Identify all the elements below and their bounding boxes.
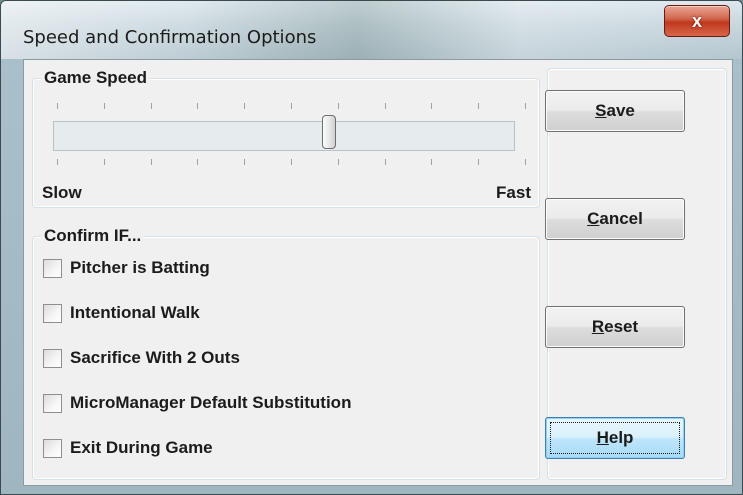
cancel-button[interactable]: Cancel <box>545 198 685 240</box>
checkbox-label: Sacrifice With 2 Outs <box>70 348 240 367</box>
slider-tick <box>525 103 526 109</box>
checkbox-row-sacrifice-2-outs[interactable]: Sacrifice With 2 Outs <box>43 348 240 368</box>
close-button[interactable]: x <box>664 5 730 37</box>
reset-button[interactable]: Reset <box>545 306 685 348</box>
checkbox-row-intentional-walk[interactable]: Intentional Walk <box>43 303 200 323</box>
slider-tick <box>431 159 432 165</box>
cancel-button-label: Cancel <box>587 209 643 228</box>
checkbox-pitcher-batting[interactable] <box>43 258 62 278</box>
slider-tick <box>151 159 152 165</box>
checkbox-sacrifice-2-outs[interactable] <box>43 348 62 368</box>
slider-tick <box>338 103 339 109</box>
slider-tick <box>244 103 245 109</box>
game-speed-group: Game Speed Slow Fast <box>32 68 540 208</box>
save-button-label: Save <box>595 101 635 120</box>
confirm-if-label: Confirm IF... <box>41 226 145 246</box>
reset-button-label: Reset <box>591 317 639 336</box>
slider-tick <box>291 103 292 109</box>
checkbox-label: Exit During Game <box>70 438 213 457</box>
checkbox-micromanager-default[interactable] <box>43 393 62 413</box>
slider-tick <box>431 103 432 109</box>
slider-tick <box>478 159 479 165</box>
slider-tick <box>338 159 339 165</box>
checkbox-row-pitcher-batting[interactable]: Pitcher is Batting <box>43 258 210 278</box>
checkbox-label: MicroManager Default Substitution <box>70 393 352 412</box>
slider-tick <box>57 103 58 109</box>
checkbox-row-micromanager-default[interactable]: MicroManager Default Substitution <box>43 393 351 413</box>
slider-tick <box>291 159 292 165</box>
game-speed-label: Game Speed <box>41 68 150 88</box>
save-button[interactable]: Save <box>545 90 685 132</box>
slider-tick <box>151 103 152 109</box>
focus-ring <box>550 422 680 454</box>
window-title: Speed and Confirmation Options <box>23 27 317 48</box>
checkbox-label: Intentional Walk <box>70 303 200 322</box>
checkbox-intentional-walk[interactable] <box>43 303 62 323</box>
title-bar[interactable]: Speed and Confirmation Options x <box>1 1 742 59</box>
slider-tick <box>104 159 105 165</box>
slider-ticks-bottom <box>57 159 526 169</box>
speed-slider-track[interactable] <box>53 121 515 151</box>
slider-tick <box>197 159 198 165</box>
slider-tick <box>244 159 245 165</box>
checkbox-row-exit-during-game[interactable]: Exit During Game <box>43 438 213 458</box>
slider-tick <box>104 103 105 109</box>
slow-label: Slow <box>42 183 82 202</box>
speed-slider-thumb[interactable] <box>322 115 336 149</box>
slider-tick <box>478 103 479 109</box>
help-button[interactable]: Help <box>545 417 685 459</box>
slider-tick <box>57 159 58 165</box>
slider-ticks-top <box>57 103 526 113</box>
slider-tick <box>197 103 198 109</box>
close-icon: x <box>691 10 702 31</box>
slider-tick <box>525 159 526 165</box>
slider-tick <box>385 103 386 109</box>
fast-label: Fast <box>496 183 531 202</box>
checkbox-label: Pitcher is Batting <box>70 258 210 277</box>
slider-tick <box>385 159 386 165</box>
checkbox-exit-during-game[interactable] <box>43 438 62 458</box>
dialog-window: Speed and Confirmation Options x Game Sp… <box>0 0 743 495</box>
confirm-if-group: Confirm IF... Pitcher is Batting Intenti… <box>32 226 540 480</box>
